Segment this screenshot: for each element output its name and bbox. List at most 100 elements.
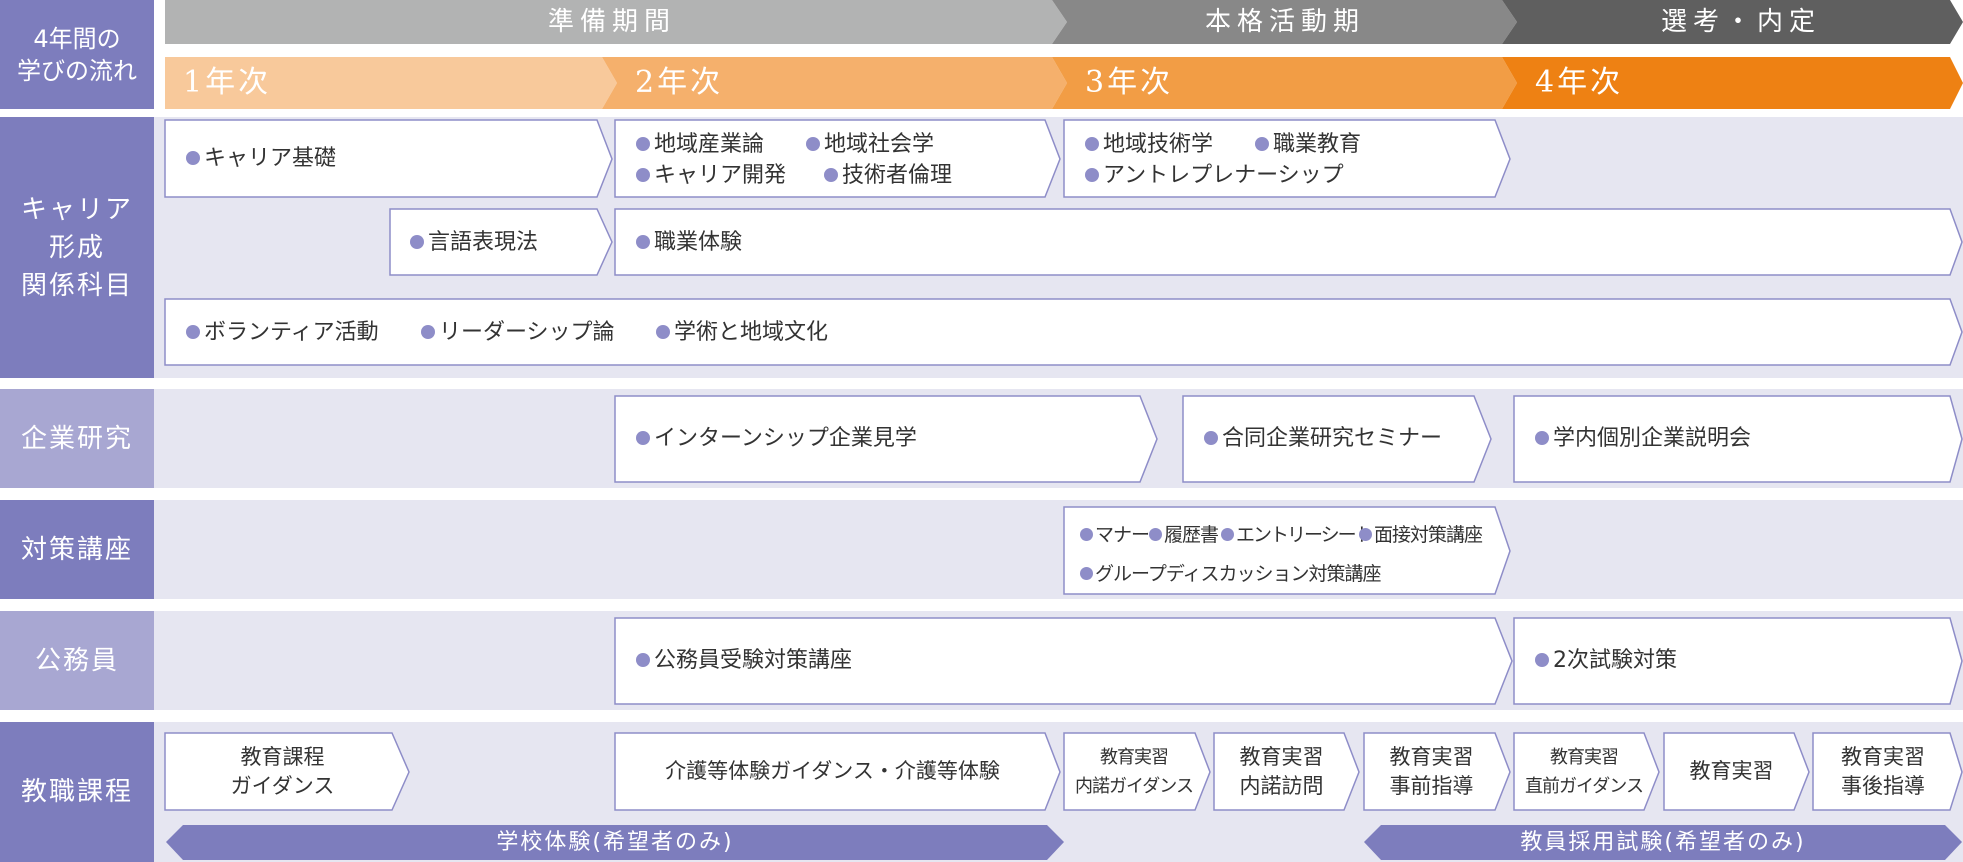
bullet-dot bbox=[1204, 431, 1218, 445]
row-label-prep-text: 対策講座 bbox=[20, 534, 133, 565]
item-text: 面接対策講座 bbox=[1374, 524, 1483, 546]
phase-label-active: 本格活動期 bbox=[1205, 7, 1366, 37]
item-regional-industry: 地域産業論 bbox=[636, 132, 764, 158]
item-resume: 履歴書 bbox=[1149, 522, 1219, 548]
item-text: 技術者倫理 bbox=[842, 163, 953, 188]
year-label-3: 3年次 bbox=[1085, 65, 1174, 100]
item-regional-technology: 地域技術学 bbox=[1085, 132, 1213, 158]
bullet-dot bbox=[1359, 528, 1372, 541]
item-work-experience: 職業体験 bbox=[636, 230, 742, 256]
bullet-dot bbox=[636, 431, 650, 445]
text-practicum-final-guidance: 教育実習 直前ガイダンス bbox=[1525, 747, 1644, 797]
bullet-dot bbox=[421, 325, 435, 339]
text-practicum-post-guidance: 教育実習 事後指導 bbox=[1841, 745, 1925, 798]
bullet-dot bbox=[1221, 528, 1234, 541]
bullet-dot bbox=[656, 325, 670, 339]
item-regional-sociology: 地域社会学 bbox=[806, 132, 934, 158]
row-label-company-text: 企業研究 bbox=[20, 423, 133, 454]
item-career-development: キャリア開発 bbox=[636, 163, 786, 189]
item-text: 2次試験対策 bbox=[1553, 648, 1677, 673]
phase-label-selection: 選考・内定 bbox=[1661, 7, 1822, 37]
bullet-dot bbox=[186, 325, 200, 339]
row-label-civil: 公務員 bbox=[0, 611, 154, 710]
item-group-discussion: グループディスカッション対策講座 bbox=[1080, 561, 1382, 587]
bullet-dot bbox=[1080, 528, 1093, 541]
flow-label-text: 4年間の 学びの流れ bbox=[17, 24, 137, 85]
item-language-expression: 言語表現法 bbox=[410, 230, 538, 256]
bullet-dot bbox=[410, 235, 424, 249]
row-label-civil-text: 公務員 bbox=[34, 645, 119, 676]
bullet-dot bbox=[636, 168, 650, 182]
arrow-label-teacher-exam: 教員採用試験(希望者のみ) bbox=[1520, 830, 1806, 855]
item-academic-culture: 学術と地域文化 bbox=[656, 320, 828, 346]
phase-label-preparation: 準備期間 bbox=[548, 7, 677, 37]
text-care-experience: 介護等体験ガイダンス・介護等体験 bbox=[665, 759, 1000, 783]
item-text: マナー bbox=[1095, 524, 1150, 546]
flow-label: 4年間の 学びの流れ bbox=[0, 0, 154, 109]
bullet-dot bbox=[636, 653, 650, 667]
row-label-career: キャリア 形成 関係科目 bbox=[0, 117, 154, 378]
row-label-career-text: キャリア 形成 関係科目 bbox=[20, 194, 133, 301]
item-entrepreneurship: アントレプレナーシップ bbox=[1085, 163, 1344, 189]
year-label-1: 1年次 bbox=[183, 65, 272, 100]
item-interview-course: 面接対策講座 bbox=[1359, 522, 1483, 548]
bullet-dot bbox=[186, 151, 200, 165]
item-vocational-education: 職業教育 bbox=[1255, 132, 1361, 158]
item-text: 職業体験 bbox=[654, 230, 743, 255]
item-leadership: リーダーシップ論 bbox=[421, 320, 615, 346]
bullet-dot bbox=[1255, 137, 1269, 151]
row-label-company: 企業研究 bbox=[0, 389, 154, 488]
item-campus-briefing: 学内個別企業説明会 bbox=[1535, 426, 1751, 452]
item-volunteer: ボランティア活動 bbox=[186, 320, 379, 346]
row-label-teaching-text: 教職課程 bbox=[20, 777, 133, 807]
item-text: 地域産業論 bbox=[654, 132, 765, 157]
box-work-experience bbox=[614, 208, 1963, 276]
band-prep bbox=[154, 500, 1963, 599]
item-civil-exam-course: 公務員受験対策講座 bbox=[636, 648, 852, 674]
bullet-dot bbox=[806, 137, 820, 151]
text-teaching-guidance: 教育課程 ガイダンス bbox=[230, 745, 335, 798]
item-second-exam: 2次試験対策 bbox=[1535, 648, 1677, 674]
text-practicum-pre-guidance: 教育実習 事前指導 bbox=[1389, 745, 1474, 798]
item-text: 合同企業研究セミナー bbox=[1222, 426, 1443, 451]
item-text: エントリーシート bbox=[1236, 524, 1374, 546]
item-text: キャリア開発 bbox=[654, 163, 787, 188]
item-text: リーダーシップ論 bbox=[439, 320, 615, 345]
row-label-teaching: 教職課程 bbox=[0, 722, 154, 862]
bullet-dot bbox=[636, 137, 650, 151]
bullet-dot bbox=[824, 168, 838, 182]
text-practicum-consent-guidance: 教育実習 内諾ガイダンス bbox=[1075, 747, 1194, 797]
bullet-dot bbox=[1085, 168, 1099, 182]
arrow-label-school-experience: 学校体験(希望者のみ) bbox=[496, 830, 734, 855]
item-text: 地域社会学 bbox=[824, 132, 935, 157]
item-text: 学内個別企業説明会 bbox=[1553, 426, 1752, 451]
item-entry-sheet: エントリーシート bbox=[1221, 522, 1374, 548]
bullet-dot bbox=[1535, 653, 1549, 667]
item-internship: インターンシップ企業見学 bbox=[636, 426, 917, 452]
item-career-basics: キャリア基礎 bbox=[186, 146, 336, 172]
item-text: キャリア基礎 bbox=[204, 146, 337, 171]
year-label-2: 2年次 bbox=[635, 65, 724, 100]
text-practicum: 教育実習 bbox=[1689, 759, 1774, 783]
row-label-prep: 対策講座 bbox=[0, 500, 154, 599]
item-text: 言語表現法 bbox=[428, 230, 539, 255]
text-practicum-consent-visit: 教育実習 内諾訪問 bbox=[1239, 745, 1324, 798]
item-text: 学術と地域文化 bbox=[674, 320, 829, 345]
item-text: 職業教育 bbox=[1273, 132, 1362, 157]
bullet-dot bbox=[1149, 528, 1162, 541]
bullet-dot bbox=[1085, 137, 1099, 151]
item-text: 履歴書 bbox=[1164, 524, 1219, 546]
item-manners: マナー bbox=[1080, 522, 1150, 548]
item-text: 公務員受験対策講座 bbox=[654, 648, 853, 673]
item-text: 地域技術学 bbox=[1103, 132, 1214, 157]
year-label-4: 4年次 bbox=[1535, 65, 1624, 100]
item-text: アントレプレナーシップ bbox=[1103, 163, 1344, 188]
item-text: グループディスカッション対策講座 bbox=[1095, 563, 1382, 585]
bullet-dot bbox=[636, 235, 650, 249]
bullet-dot bbox=[1535, 431, 1549, 445]
item-text: ボランティア活動 bbox=[204, 320, 379, 345]
bullet-dot bbox=[1080, 567, 1093, 580]
item-joint-seminar: 合同企業研究セミナー bbox=[1204, 426, 1442, 452]
item-engineer-ethics: 技術者倫理 bbox=[824, 163, 952, 189]
item-text: インターンシップ企業見学 bbox=[654, 426, 917, 451]
